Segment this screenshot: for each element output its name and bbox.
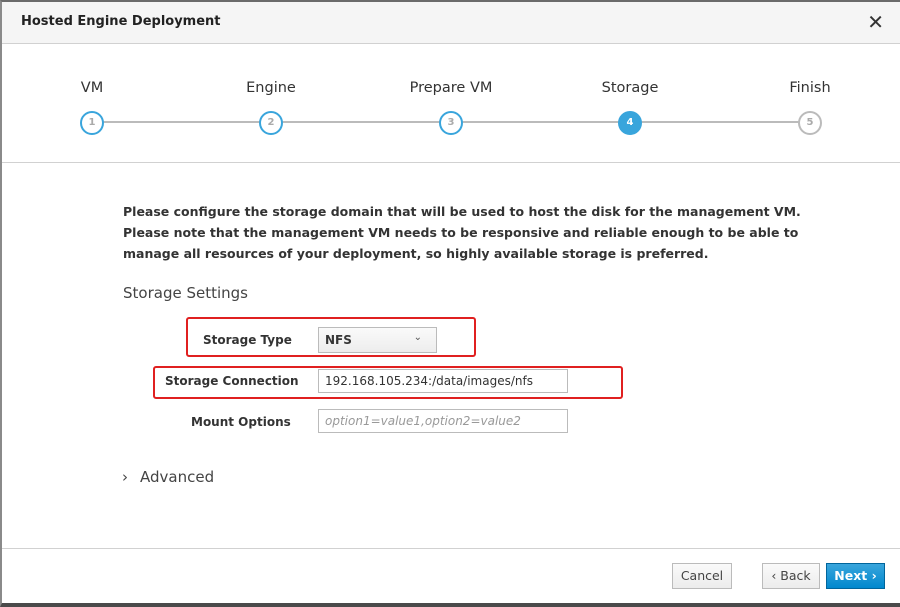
step-label-prepare-vm: Prepare VM xyxy=(409,80,493,96)
chevron-right-icon: › xyxy=(122,468,128,486)
mount-options-placeholder: option1=value1,option2=value2 xyxy=(325,414,521,428)
storage-description: Please configure the storage domain that… xyxy=(123,204,801,261)
step-label-vm: VM xyxy=(80,80,104,96)
chevron-down-icon: ⌄ xyxy=(413,332,422,343)
advanced-label: Advanced xyxy=(140,468,215,486)
storage-connection-input[interactable]: 192.168.105.234:/data/images/nfs xyxy=(318,369,568,393)
step-circle-3[interactable]: 3 xyxy=(439,111,463,135)
step-circle-5: 5 xyxy=(798,111,822,135)
storage-type-label: Storage Type xyxy=(203,333,292,347)
step-label-finish: Finish xyxy=(789,80,831,96)
wizard-steps: VM Engine Prepare VM Storage Finish 1 2 … xyxy=(2,44,900,163)
close-icon[interactable]: ✕ xyxy=(867,10,884,34)
mount-options-input[interactable]: option1=value1,option2=value2 xyxy=(318,409,568,433)
step-label-engine: Engine xyxy=(246,80,296,96)
dialog-footer xyxy=(2,548,900,549)
cancel-button[interactable]: Cancel xyxy=(672,563,732,589)
storage-type-value: NFS xyxy=(325,333,352,347)
mount-options-label: Mount Options xyxy=(191,415,291,429)
storage-type-select[interactable]: NFS ⌄ xyxy=(318,327,437,353)
step-circle-2[interactable]: 2 xyxy=(259,111,283,135)
dialog-title: Hosted Engine Deployment xyxy=(21,14,221,29)
step-label-storage: Storage xyxy=(601,80,659,96)
dialog-header: Hosted Engine Deployment ✕ xyxy=(2,2,900,44)
section-title: Storage Settings xyxy=(123,284,248,302)
back-button[interactable]: ‹ Back xyxy=(762,563,820,589)
next-button[interactable]: Next › xyxy=(826,563,885,589)
step-circle-1[interactable]: 1 xyxy=(80,111,104,135)
storage-connection-label: Storage Connection xyxy=(165,374,299,388)
advanced-toggle[interactable]: › Advanced xyxy=(122,468,214,486)
step-circle-4: 4 xyxy=(618,111,642,135)
